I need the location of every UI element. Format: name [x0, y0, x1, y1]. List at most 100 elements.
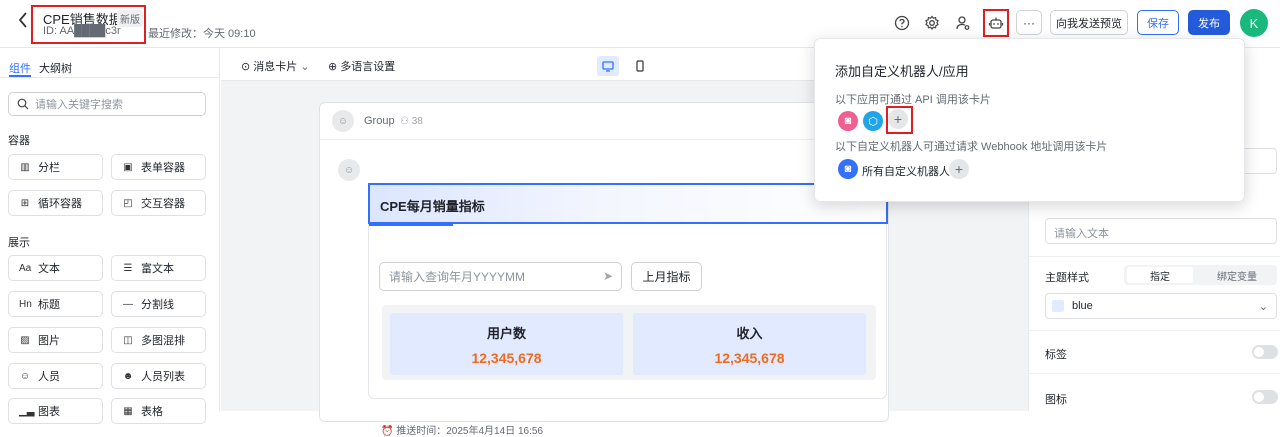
comp-person[interactable]: ☺ 人员 — [8, 363, 103, 389]
user-manage-button[interactable] — [953, 13, 973, 33]
icon-toggle[interactable] — [1252, 390, 1278, 404]
comp-label: 交互容器 — [141, 198, 185, 210]
comp-person-list[interactable]: ☻ 人员列表 — [111, 363, 206, 389]
all-robots-label: 所有自定义机器人 — [862, 166, 950, 178]
comp-table[interactable]: ▦ 表格 — [111, 398, 206, 424]
stats-container: 用户数 12,345,678 收入 12,345,678 — [382, 305, 876, 380]
theme-option-specified[interactable]: 指定 — [1127, 267, 1193, 283]
stat-value: 12,345,678 — [714, 349, 785, 366]
tag-label: 标签 — [1045, 349, 1067, 361]
columns-icon: ▥ — [20, 161, 30, 173]
avatar[interactable]: K — [1240, 9, 1268, 37]
comp-label: 富文本 — [141, 263, 174, 275]
comp-multi-image[interactable]: ◫ 多图混排 — [111, 327, 206, 353]
group-header: ☺ Group ⚇ 38 — [320, 103, 888, 140]
push-time-text: 推送时间：2025年4月14日 16:56 — [396, 426, 543, 437]
stat-label: 用户数 — [486, 325, 526, 341]
card-type-label: 消息卡片 — [253, 61, 298, 73]
comp-text[interactable]: Aa 文本 — [8, 255, 103, 281]
webhook-subtitle: 以下自定义机器人可通过请求 Webhook 地址调用该卡片 — [835, 141, 1108, 153]
stat-label: 收入 — [736, 325, 763, 341]
tag-toggle[interactable] — [1252, 345, 1278, 359]
globe-icon: ⊕ — [328, 61, 338, 73]
blue-cube-app-icon[interactable]: ⬡ — [863, 111, 883, 131]
person-icon: ☺ — [19, 370, 31, 382]
textarea-placeholder: 请输入文本 — [1054, 228, 1109, 240]
comp-image[interactable]: ▨ 图片 — [8, 327, 103, 353]
group-member-count: ⚇ 38 — [400, 116, 423, 127]
mobile-icon — [636, 60, 644, 72]
more-button[interactable]: ··· — [1016, 10, 1042, 35]
chevron-down-icon: ⌄ — [1258, 300, 1268, 313]
comp-chart[interactable]: ▁▃ 图表 — [8, 398, 103, 424]
section-title-container: 容器 — [8, 135, 30, 147]
loop-container-icon: ⊞ — [20, 197, 30, 209]
theme-mode-segmented: 指定 绑定变量 — [1124, 265, 1277, 285]
group-avatar-icon: ☺ — [332, 110, 354, 132]
robot-icon — [988, 17, 1004, 29]
members-icon: ⚇ — [400, 116, 412, 127]
stat-value: 12,345,678 — [471, 349, 542, 366]
comp-rich-text[interactable]: ☰ 富文本 — [111, 255, 206, 281]
last-modified: 最近修改：今天 09:10 — [148, 28, 256, 40]
chevron-down-icon: ⌄ — [300, 61, 310, 73]
settings-icon — [925, 15, 939, 30]
pink-robot-app-icon[interactable]: ◙ — [838, 111, 858, 131]
back-button[interactable] — [18, 12, 28, 32]
help-icon — [894, 15, 910, 31]
divider-icon: — — [123, 298, 133, 310]
component-search-input[interactable]: 请输入关键字搜索 — [8, 92, 206, 116]
last-month-button[interactable]: 上月指标 — [631, 262, 702, 291]
heading-icon: Hn — [19, 298, 32, 310]
send-icon[interactable]: ➤ — [603, 269, 613, 283]
section-title-display: 展示 — [8, 237, 30, 249]
image-icon: ▨ — [20, 334, 30, 346]
plus-icon: + — [893, 111, 903, 127]
user-manage-icon — [956, 16, 970, 30]
theme-option-bind-variable[interactable]: 绑定变量 — [1200, 267, 1274, 283]
rich-text-icon: ☰ — [123, 262, 133, 274]
form-container-icon: ▣ — [123, 161, 133, 173]
comp-columns[interactable]: ▥ 分栏 — [8, 154, 103, 180]
text-icon: Aa — [19, 262, 32, 274]
search-placeholder: 请输入关键字搜索 — [35, 99, 123, 111]
comp-label: 人员列表 — [141, 371, 185, 383]
theme-style-label: 主题样式 — [1045, 272, 1089, 284]
tab-outline[interactable]: 大纲树 — [39, 60, 72, 76]
chart-icon: ▁▃ — [19, 405, 35, 417]
comp-heading[interactable]: Hn 标题 — [8, 291, 103, 317]
member-count: 38 — [411, 116, 423, 127]
mobile-view-button[interactable] — [629, 56, 651, 76]
theme-color-select[interactable]: blue ⌄ — [1045, 293, 1277, 319]
desktop-view-button[interactable] — [597, 56, 619, 76]
comp-label: 分栏 — [38, 162, 60, 174]
query-month-input[interactable]: 请输入查询年月YYYYMM ➤ — [379, 262, 622, 291]
add-robot-button[interactable]: + — [949, 159, 969, 179]
multi-language-label: 多语言设置 — [340, 61, 396, 73]
comp-label: 分割线 — [141, 299, 174, 311]
comp-label: 文本 — [38, 263, 60, 275]
robot-button[interactable] — [986, 13, 1006, 33]
comp-divider[interactable]: — 分割线 — [111, 291, 206, 317]
publish-button[interactable]: 发布 — [1188, 10, 1230, 35]
settings-button[interactable] — [922, 13, 942, 33]
help-button[interactable] — [892, 13, 912, 33]
search-icon — [17, 98, 29, 110]
card-type-dropdown[interactable]: ⊙ 消息卡片 ⌄ — [241, 58, 310, 74]
comp-label: 循环容器 — [38, 198, 82, 210]
comp-label: 图表 — [38, 406, 60, 418]
send-preview-button[interactable]: 向我发送预览 — [1050, 10, 1128, 35]
property-textarea-2[interactable]: 请输入文本 — [1045, 218, 1277, 244]
color-swatch — [1052, 300, 1064, 312]
save-button[interactable]: 保存 — [1137, 10, 1179, 35]
tab-components[interactable]: 组件 — [9, 60, 31, 76]
add-app-button[interactable]: + — [888, 109, 908, 129]
icon-label: 图标 — [1045, 394, 1067, 406]
comp-form-container[interactable]: ▣ 表单容器 — [111, 154, 206, 180]
multi-language-button[interactable]: ⊕ 多语言设置 — [328, 58, 395, 74]
comp-loop-container[interactable]: ⊞ 循环容器 — [8, 190, 103, 216]
comp-interactive-container[interactable]: ◰ 交互容器 — [111, 190, 206, 216]
card-header-selected[interactable]: CPE每月销量指标 — [368, 183, 888, 224]
add-robot-popup: 添加自定义机器人/应用 以下应用可通过 API 调用该卡片 ◙ ⬡ + 以下自定… — [814, 38, 1245, 202]
tab-divider — [0, 77, 220, 78]
